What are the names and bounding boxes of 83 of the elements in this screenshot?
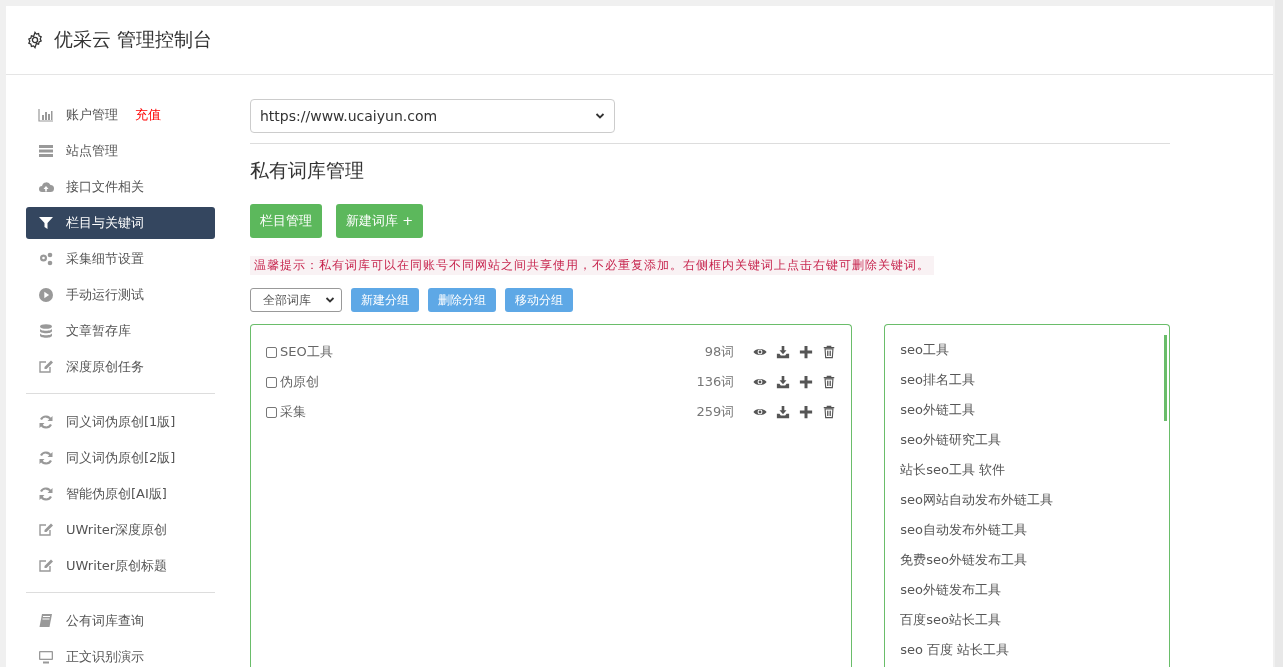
plus-icon[interactable] [799, 345, 814, 359]
sidebar-item[interactable]: 文章暂存库 [26, 315, 215, 347]
keyword-item[interactable]: 免费seo外链发布工具 [900, 547, 1169, 577]
filter-icon [38, 215, 54, 231]
checkbox[interactable] [266, 376, 277, 388]
sidebar-item[interactable]: 深度原创任务 [26, 351, 215, 383]
sidebar-label: 智能伪原创[AI版] [66, 485, 167, 503]
trash-icon[interactable] [822, 345, 837, 359]
trash-icon[interactable] [822, 375, 837, 389]
sidebar-label: 深度原创任务 [66, 358, 144, 376]
console-title: 优采云 管理控制台 [54, 27, 213, 52]
sidebar-label: 同义词伪原创[2版] [66, 449, 176, 467]
plus-icon[interactable] [799, 405, 814, 419]
sidebar-item[interactable]: 站点管理 [26, 135, 215, 167]
plus-icon[interactable] [799, 375, 814, 389]
bar-chart-icon [38, 107, 54, 123]
caret-icon [325, 295, 335, 305]
sidebar-label: 同义词伪原创[1版] [66, 413, 176, 431]
checkbox[interactable] [266, 346, 277, 358]
keyword-item[interactable]: seo 百度 站长工具 [900, 637, 1169, 667]
keyword-item[interactable]: seo外链工具 [900, 397, 1169, 427]
settings-icon [26, 31, 44, 49]
word-count: 259词 [696, 403, 735, 421]
trash-icon[interactable] [822, 405, 837, 419]
sidebar-item[interactable]: 采集细节设置 [26, 243, 215, 275]
cloud-upload-icon [38, 179, 54, 195]
tip-text: 温馨提示：私有词库可以在同账号不同网站之间共享使用，不必重复添加。右侧框内关键词上点击右键可删除关键词。 [250, 256, 934, 275]
sidebar-item[interactable]: 接口文件相关 [26, 171, 215, 203]
sidebar-label: UWriter深度原创 [66, 521, 168, 539]
keyword-item[interactable]: seo网站自动发布外链工具 [900, 487, 1169, 517]
library-name: SEO工具 [280, 343, 333, 361]
sidebar-label: 采集细节设置 [66, 250, 144, 268]
sidebar-item[interactable]: 栏目与关键词 [26, 207, 215, 239]
sidebar-item[interactable]: 同义词伪原创[1版] [26, 406, 215, 438]
refresh-icon [38, 414, 54, 430]
scrollbar[interactable] [1164, 335, 1167, 421]
word-count: 136词 [696, 373, 735, 391]
database-icon [38, 323, 54, 339]
keyword-item[interactable]: seo工具 [900, 337, 1169, 367]
server-icon [38, 143, 54, 159]
sidebar-item[interactable]: 正文识别演示 [26, 641, 215, 667]
download-icon[interactable] [776, 345, 791, 359]
sidebar-label: UWriter原创标题 [66, 557, 168, 575]
play-icon [38, 287, 54, 303]
edit-icon [38, 359, 54, 375]
caret-icon [595, 111, 605, 121]
sidebar-label: 手动运行测试 [66, 286, 144, 304]
edit-icon [38, 558, 54, 574]
keyword-item[interactable]: seo自动发布外链工具 [900, 517, 1169, 547]
refresh-icon [38, 450, 54, 466]
refresh-icon [38, 486, 54, 502]
library-name: 伪原创 [280, 373, 319, 391]
sidebar-item[interactable]: UWriter原创标题 [26, 550, 215, 582]
keyword-item[interactable]: 站长seo工具 软件 [900, 457, 1169, 487]
library-name: 采集 [280, 403, 306, 421]
download-icon[interactable] [776, 375, 791, 389]
keyword-item[interactable]: seo外链研究工具 [900, 427, 1169, 457]
sidebar-label: 账户管理 [66, 106, 118, 124]
sidebar-label: 站点管理 [66, 142, 118, 160]
sidebar-item[interactable]: 账户管理 充值 [26, 99, 215, 131]
keyword-item[interactable]: seo排名工具 [900, 367, 1169, 397]
sidebar-label: 接口文件相关 [66, 178, 144, 196]
recharge-link[interactable]: 充值 [135, 106, 161, 124]
book-icon [38, 613, 54, 629]
site-select[interactable]: https://www.ucaiyun.com [250, 99, 615, 133]
sidebar-label: 正文识别演示 [66, 648, 144, 666]
page-title: 私有词库管理 [250, 158, 365, 183]
download-icon[interactable] [776, 405, 791, 419]
sidebar-item[interactable]: UWriter深度原创 [26, 514, 215, 546]
sidebar-label: 栏目与关键词 [66, 214, 144, 232]
keyword-item[interactable]: seo外链发布工具 [900, 577, 1169, 607]
sidebar-label: 文章暂存库 [66, 322, 131, 340]
group-select[interactable]: 全部词库 [250, 288, 342, 312]
sidebar-item[interactable]: 手动运行测试 [26, 279, 215, 311]
word-count: 98词 [704, 343, 735, 361]
checkbox[interactable] [266, 406, 277, 418]
sidebar-item[interactable]: 智能伪原创[AI版] [26, 478, 215, 510]
sidebar-item[interactable]: 同义词伪原创[2版] [26, 442, 215, 474]
keyword-item[interactable]: 百度seo站长工具 [900, 607, 1169, 637]
gears-icon [38, 251, 54, 267]
sidebar-label: 公有词库查询 [66, 612, 144, 630]
sidebar-item[interactable]: 公有词库查询 [26, 605, 215, 637]
edit-icon [38, 522, 54, 538]
